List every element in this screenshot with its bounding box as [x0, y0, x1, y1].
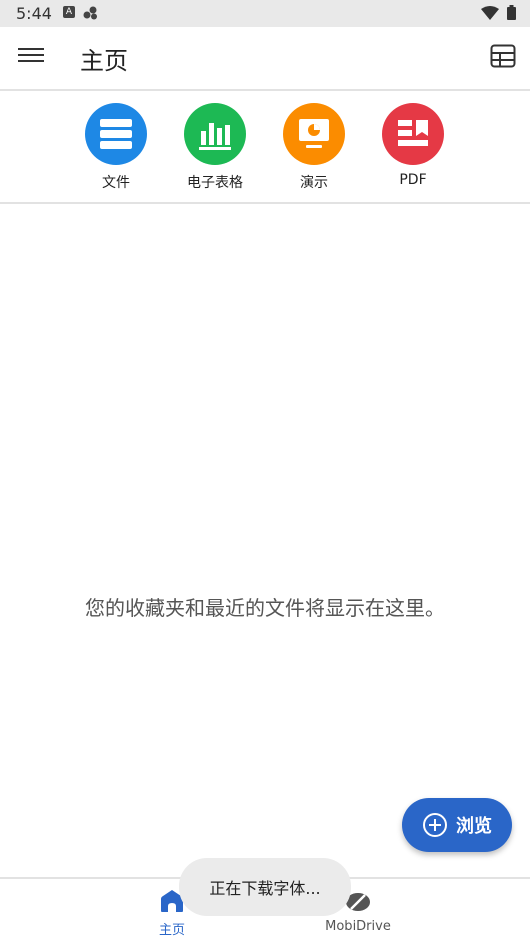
menu-button[interactable] [18, 44, 44, 70]
presentation-icon [283, 103, 345, 165]
status-icons-right [481, 5, 516, 20]
quick-access-label: 文件 [102, 175, 130, 191]
status-icons-left: A [63, 6, 99, 20]
quick-access-files[interactable]: 文件 [76, 103, 156, 192]
add-circle-icon [423, 813, 447, 837]
page-title: 主页 [80, 47, 128, 75]
nav-mobidrive-label: MobiDrive [325, 919, 391, 934]
browse-button-label: 浏览 [456, 816, 492, 837]
notification-cluster-icon [83, 6, 97, 20]
pdf-icon [382, 103, 444, 165]
wifi-icon [481, 5, 499, 20]
menu-icon-bar [18, 54, 44, 56]
status-time: 5:44 [16, 4, 52, 23]
browse-button[interactable]: 浏览 [402, 798, 512, 852]
quick-access-presentations[interactable]: 演示 [274, 103, 354, 192]
notification-a-icon: A [63, 6, 75, 18]
quick-access-spreadsheets[interactable]: 电子表格 [175, 103, 255, 192]
quick-access-pdf[interactable]: PDF [373, 103, 453, 188]
empty-state-message: 您的收藏夹和最近的文件将显示在这里。 [85, 596, 445, 620]
spreadsheet-icon [184, 103, 246, 165]
quick-access-label: PDF [399, 172, 427, 188]
documents-icon [85, 103, 147, 165]
status-bar: 5:44 A [0, 0, 530, 27]
grid-view-button[interactable] [490, 44, 516, 72]
toast-message: 正在下载字体... [179, 858, 351, 916]
quick-access-label: 演示 [300, 175, 328, 191]
nav-home-label: 主页 [158, 923, 185, 938]
quick-access-bar: 文件 电子表格 演示 PDF [0, 91, 530, 204]
grid-view-icon [490, 44, 516, 68]
quick-access-label: 电子表格 [187, 175, 243, 191]
battery-icon [507, 5, 516, 20]
menu-icon-bar [18, 60, 44, 62]
app-bar: 主页 [0, 27, 530, 91]
menu-icon-bar [18, 48, 44, 50]
